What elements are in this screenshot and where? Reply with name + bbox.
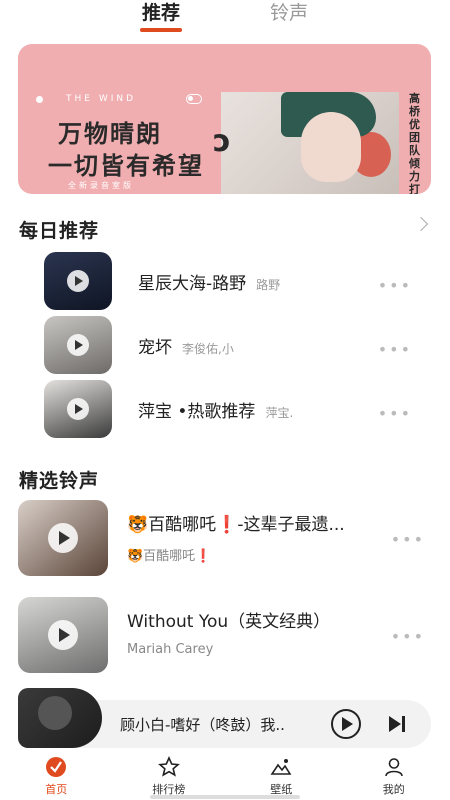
star-icon	[157, 756, 180, 777]
list-item[interactable]: Without You（英文经典） Mariah Carey •••	[0, 597, 450, 675]
list-item[interactable]: 🐯百酷哪吒❗-这辈子最遗... 🐯百酷哪吒❗ •••	[0, 500, 450, 578]
nav-chart[interactable]: 排行榜	[113, 752, 226, 800]
banner-caption: 全新录音室版	[68, 181, 134, 190]
player-cover[interactable]	[18, 688, 102, 748]
banner-tag: THE WIND	[66, 94, 137, 104]
ringtone-section-title: 精选铃声	[19, 470, 100, 492]
play-icon[interactable]	[67, 398, 89, 420]
ringtone-subtitle: Mariah Carey	[127, 642, 214, 657]
nav-wallpaper[interactable]: 壁纸	[225, 752, 338, 800]
player-title: 顾小白-嗜好（咚鼓）我..	[120, 716, 285, 734]
song-artist: 萍宝.	[265, 406, 294, 420]
play-icon[interactable]	[67, 270, 89, 292]
banner-artwork: THE WIND 万物晴朗 一切皆有希望 全新录音室版	[18, 44, 228, 194]
ringtone-title: 🐯百酷哪吒❗-这辈子最遗...	[127, 515, 345, 535]
play-button[interactable]	[331, 709, 361, 739]
more-icon[interactable]: •••	[391, 627, 425, 646]
song-artist: 李俊佑,小	[182, 342, 234, 356]
song-artist: 路野	[256, 278, 281, 292]
list-item[interactable]: 宠坏 李俊佑,小 •••	[0, 316, 450, 376]
play-icon[interactable]	[48, 620, 78, 650]
song-cover	[44, 380, 112, 438]
ringtone-subtitle: 🐯百酷哪吒❗	[127, 549, 212, 564]
tab-ringtone[interactable]: 铃声	[270, 0, 308, 36]
daily-section-title: 每日推荐	[19, 220, 100, 242]
more-icon[interactable]: •••	[378, 340, 412, 359]
play-icon[interactable]	[48, 523, 78, 553]
ringtone-cover	[18, 500, 108, 576]
nav-home-label: 首页	[45, 783, 68, 796]
banner-subheadline: 一切皆有希望	[48, 152, 204, 180]
top-tabs: 推荐 铃声	[0, 0, 450, 36]
more-icon[interactable]: •••	[378, 276, 412, 295]
banner-vertical-text: 高桥优团队倾力打造	[409, 92, 420, 194]
list-item[interactable]: 萍宝 •热歌推荐 萍宝. •••	[0, 380, 450, 440]
nav-home[interactable]: 首页	[0, 752, 113, 800]
song-title: 星辰大海-路野	[138, 274, 247, 294]
more-icon[interactable]: •••	[378, 404, 412, 423]
banner[interactable]: THE WIND 万物晴朗 一切皆有希望 全新录音室版 ɔ 高桥优团队倾力打造	[18, 44, 431, 194]
more-icon[interactable]: •••	[391, 530, 425, 549]
toggle-icon	[186, 94, 202, 104]
mountain-icon	[270, 759, 292, 775]
next-icon[interactable]	[389, 715, 407, 733]
banner-headline: 万物晴朗	[58, 120, 162, 148]
song-cover	[44, 252, 112, 310]
dot-icon	[36, 96, 43, 103]
home-icon	[46, 757, 67, 777]
play-icon[interactable]	[67, 334, 89, 356]
chevron-right-icon[interactable]	[413, 216, 429, 232]
bracket-glyph: ɔ	[213, 124, 231, 159]
home-indicator	[150, 795, 300, 799]
nav-mine-label: 我的	[382, 783, 405, 796]
ringtone-title: Without You（英文经典）	[127, 612, 331, 632]
song-title: 萍宝 •热歌推荐	[138, 402, 256, 422]
user-icon	[384, 758, 403, 777]
tab-recommend[interactable]: 推荐	[139, 0, 183, 36]
song-title: 宠坏	[138, 338, 172, 358]
list-item[interactable]: 星辰大海-路野 路野 •••	[0, 252, 450, 312]
banner-photo	[221, 92, 399, 194]
nav-mine[interactable]: 我的	[338, 752, 450, 800]
bottom-nav: 首页 排行榜 壁纸 我的	[0, 752, 450, 800]
song-cover	[44, 316, 112, 374]
ringtone-cover	[18, 597, 108, 673]
